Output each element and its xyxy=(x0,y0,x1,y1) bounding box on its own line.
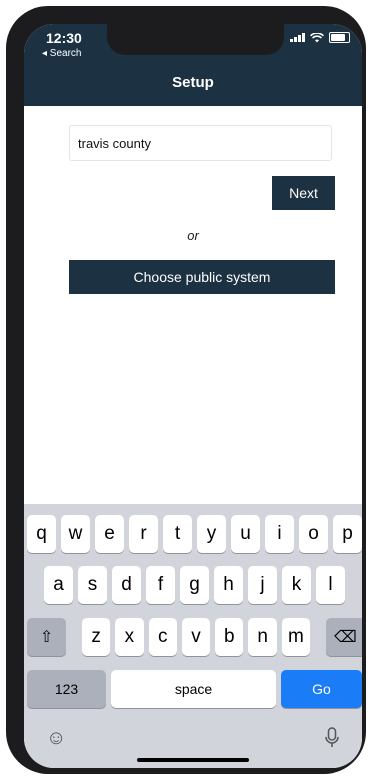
key-k[interactable]: k xyxy=(282,566,311,604)
key-b[interactable]: b xyxy=(215,618,244,656)
phone-frame: 12:30 ◂ Search Setup Next or Choose publ… xyxy=(6,6,366,774)
keyboard-row-3: ⇧ z x c v b n m ⌫ xyxy=(24,618,362,656)
key-d[interactable]: d xyxy=(112,566,141,604)
key-r[interactable]: r xyxy=(129,515,158,553)
key-f[interactable]: f xyxy=(146,566,175,604)
key-i[interactable]: i xyxy=(265,515,294,553)
screen: 12:30 ◂ Search Setup Next or Choose publ… xyxy=(24,24,362,768)
numbers-key[interactable]: 123 xyxy=(27,670,106,708)
status-icons xyxy=(290,32,350,43)
keyboard-row-2: a s d f g h j k l xyxy=(24,566,362,604)
key-n[interactable]: n xyxy=(248,618,277,656)
key-s[interactable]: s xyxy=(78,566,107,604)
keyboard: q w e r t y u i o p a s d f g h j k l ⇧ … xyxy=(24,504,362,768)
keyboard-row-4: 123 space Go xyxy=(24,670,362,708)
space-key[interactable]: space xyxy=(111,670,276,708)
go-key[interactable]: Go xyxy=(281,670,362,708)
wifi-icon xyxy=(310,32,324,42)
key-t[interactable]: t xyxy=(163,515,192,553)
signal-icon xyxy=(290,33,305,42)
next-button[interactable]: Next xyxy=(272,176,335,210)
emoji-icon[interactable]: ☺ xyxy=(46,727,68,749)
key-w[interactable]: w xyxy=(61,515,90,553)
notch xyxy=(107,24,284,55)
key-e[interactable]: e xyxy=(95,515,124,553)
key-g[interactable]: g xyxy=(180,566,209,604)
home-indicator xyxy=(137,758,249,762)
key-j[interactable]: j xyxy=(248,566,277,604)
shift-key-icon[interactable]: ⇧ xyxy=(27,618,67,656)
key-v[interactable]: v xyxy=(181,618,211,656)
delete-key-icon[interactable]: ⌫ xyxy=(325,618,362,656)
key-u[interactable]: u xyxy=(231,515,260,553)
key-x[interactable]: x xyxy=(115,618,144,656)
key-c[interactable]: c xyxy=(148,618,177,656)
key-q[interactable]: q xyxy=(27,515,56,553)
search-input[interactable] xyxy=(69,125,332,161)
key-h[interactable]: h xyxy=(214,566,243,604)
key-l[interactable]: l xyxy=(316,566,345,604)
or-separator: or xyxy=(187,228,199,243)
microphone-icon[interactable] xyxy=(322,727,342,751)
choose-public-system-button[interactable]: Choose public system xyxy=(69,260,335,294)
key-o[interactable]: o xyxy=(299,515,328,553)
key-p[interactable]: p xyxy=(333,515,362,553)
status-time: 12:30 xyxy=(46,30,82,46)
keyboard-row-1: q w e r t y u i o p xyxy=(24,515,362,553)
key-a[interactable]: a xyxy=(44,566,73,604)
back-to-search-link[interactable]: ◂ Search xyxy=(42,48,81,59)
page-title: Setup xyxy=(172,74,214,91)
battery-icon xyxy=(329,32,350,43)
key-z[interactable]: z xyxy=(81,618,111,656)
key-m[interactable]: m xyxy=(281,618,311,656)
key-y[interactable]: y xyxy=(197,515,226,553)
